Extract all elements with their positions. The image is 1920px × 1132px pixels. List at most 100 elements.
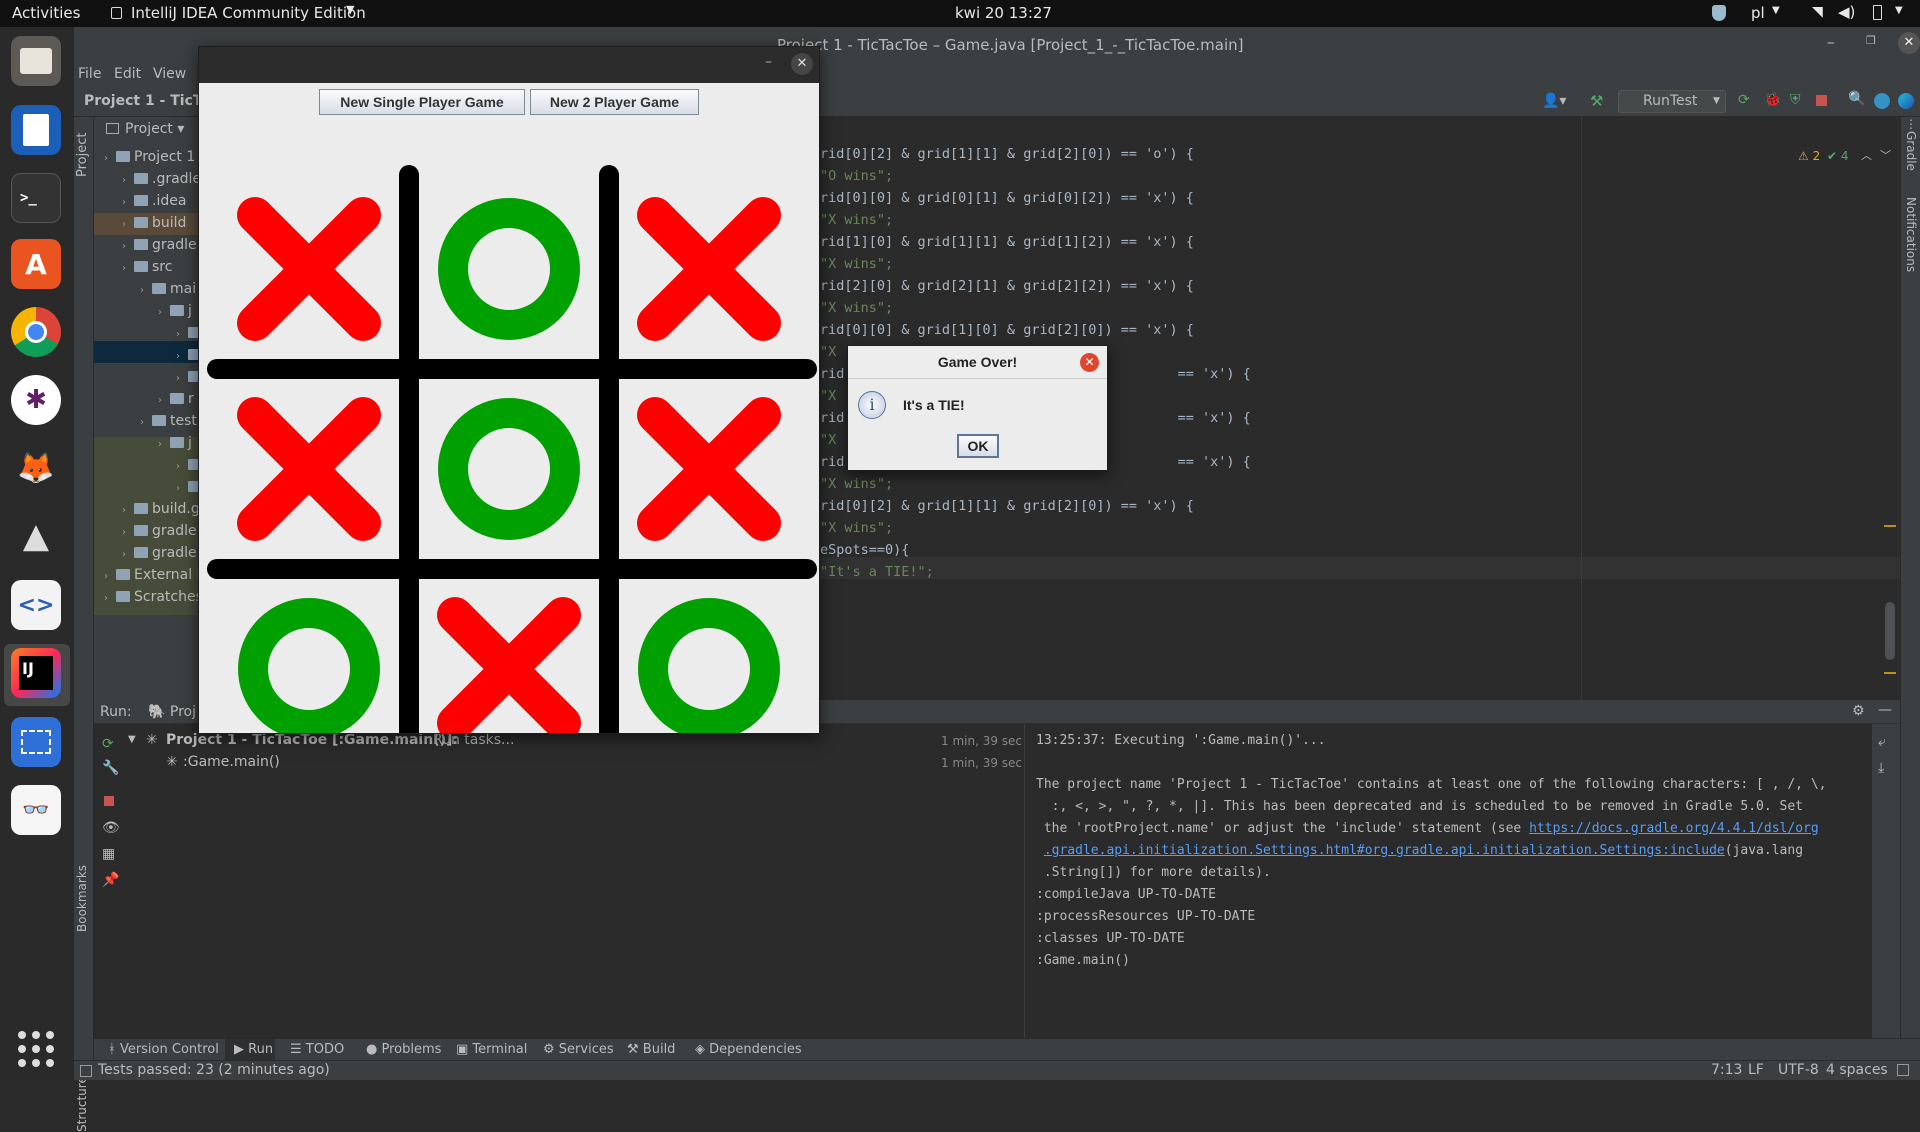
gradle-stripe-button[interactable]: Gradle bbox=[1904, 131, 1918, 171]
chrome-icon[interactable] bbox=[11, 307, 61, 357]
gimp-icon[interactable]: 🦊 bbox=[11, 443, 61, 493]
ok-indicator[interactable]: ✔ 4 bbox=[1827, 149, 1849, 163]
tree-item[interactable]: › j bbox=[158, 435, 192, 451]
chevron-right-icon[interactable]: › bbox=[122, 505, 134, 516]
editor-scrollbar[interactable] bbox=[1885, 602, 1895, 660]
tool-run[interactable]: ▶ Run bbox=[234, 1042, 273, 1057]
code-line[interactable]: rid[0][0] & grid[0][1] & grid[0][2]) == … bbox=[820, 190, 1194, 206]
scroll-to-end-icon[interactable]: ⤓ bbox=[1878, 760, 1884, 776]
tool-build[interactable]: ⚒ Build bbox=[627, 1042, 675, 1057]
chevron-right-icon[interactable]: › bbox=[122, 197, 134, 208]
tool-terminal[interactable]: ▣ Terminal bbox=[456, 1042, 527, 1057]
tree-item[interactable]: › Project 1 bbox=[104, 149, 195, 165]
bookmarks-stripe-button[interactable]: Bookmarks bbox=[75, 865, 89, 932]
chevron-right-icon[interactable]: › bbox=[104, 571, 116, 582]
wrench-icon[interactable]: 🔧 bbox=[102, 760, 119, 776]
warnings-indicator[interactable]: ⚠ 2 bbox=[1798, 149, 1820, 163]
keyboard-layout[interactable]: pl bbox=[1751, 4, 1765, 22]
user-icon[interactable]: 👤▾ bbox=[1542, 93, 1566, 109]
menu-edit[interactable]: Edit bbox=[114, 66, 141, 82]
chevron-right-icon[interactable]: › bbox=[122, 263, 134, 274]
chevron-right-icon[interactable]: › bbox=[176, 373, 188, 384]
chevron-right-icon[interactable]: › bbox=[176, 483, 188, 494]
rerun-icon[interactable]: ⟳ bbox=[102, 736, 114, 752]
menu-view[interactable]: View bbox=[153, 66, 186, 82]
chevron-down-icon[interactable]: ﹀ bbox=[1880, 147, 1891, 163]
chevron-right-icon[interactable]: › bbox=[104, 153, 116, 164]
indent-setting[interactable]: 4 spaces bbox=[1826, 1062, 1888, 1078]
chevron-right-icon[interactable]: › bbox=[176, 461, 188, 472]
task-title[interactable]: Project 1 - TicTacToe [:Game.main()]: bbox=[166, 732, 458, 748]
run-tab[interactable]: 🐘 Proj bbox=[148, 704, 196, 720]
volume-icon[interactable]: ◀) bbox=[1838, 3, 1855, 21]
code-line[interactable]: "X bbox=[820, 344, 836, 360]
files-icon[interactable] bbox=[11, 36, 61, 86]
chevron-right-icon[interactable]: › bbox=[158, 395, 170, 406]
rerun-icon[interactable]: ⟳ bbox=[1738, 92, 1750, 108]
dialog-close-icon[interactable]: ✕ bbox=[1080, 353, 1099, 372]
app-menu[interactable]: IntelliJ IDEA Community Edition bbox=[131, 4, 366, 22]
chevron-right-icon[interactable]: › bbox=[176, 351, 188, 362]
code-line[interactable]: rid[0][0] & grid[1][0] & grid[2][0]) == … bbox=[820, 322, 1194, 338]
new-single-player-button[interactable]: New Single Player Game bbox=[319, 89, 525, 115]
chevron-right-icon[interactable]: › bbox=[122, 175, 134, 186]
minimize-icon[interactable]: – bbox=[1827, 33, 1835, 51]
intellij-idea-icon[interactable]: IJ bbox=[11, 648, 61, 698]
structure-stripe-button[interactable]: Structure bbox=[75, 1076, 89, 1132]
code-line[interactable]: "X wins"; bbox=[820, 300, 893, 316]
chevron-right-icon[interactable]: › bbox=[122, 549, 134, 560]
terminal-icon[interactable]: >_ bbox=[11, 173, 61, 223]
activities-button[interactable]: Activities bbox=[12, 4, 80, 22]
ok-button[interactable]: OK bbox=[957, 434, 999, 458]
code-line[interactable]: eSpots==0){ bbox=[820, 542, 909, 558]
chevron-right-icon[interactable]: › bbox=[140, 417, 152, 428]
tree-item[interactable]: › gradle bbox=[122, 237, 197, 253]
tree-item[interactable]: › r bbox=[158, 391, 194, 407]
stop-icon[interactable] bbox=[1816, 95, 1827, 106]
inkscape-icon[interactable]: ▲ bbox=[11, 511, 61, 561]
status-message[interactable]: Tests passed: 23 (2 minutes ago) bbox=[98, 1062, 330, 1078]
minimize-icon[interactable]: – bbox=[765, 54, 772, 70]
tree-item[interactable]: › gradle bbox=[122, 523, 197, 539]
debug-icon[interactable]: 🐞 bbox=[1764, 92, 1781, 108]
game-close-icon[interactable]: ✕ bbox=[791, 53, 813, 75]
pin-icon[interactable]: 📌 bbox=[102, 872, 119, 888]
console-link[interactable]: .gradle.api.initialization.Settings.html… bbox=[1044, 843, 1725, 858]
code-line[interactable]: "X wins"; bbox=[820, 212, 893, 228]
tree-item[interactable]: › gradle bbox=[122, 545, 197, 561]
tree-item[interactable]: › build.g bbox=[122, 501, 200, 517]
assistant-icon[interactable] bbox=[1898, 93, 1914, 109]
gear-icon[interactable]: ⚙ bbox=[1852, 703, 1865, 719]
status-toggle-icon[interactable] bbox=[80, 1065, 92, 1077]
lock-icon[interactable] bbox=[1897, 1064, 1909, 1076]
error-stripe-mark[interactable] bbox=[1884, 672, 1896, 674]
code-line[interactable]: rid[0][2] & grid[1][1] & grid[2][0]) == … bbox=[820, 146, 1194, 162]
tree-item[interactable]: › .gradle bbox=[122, 171, 201, 187]
software-center-icon[interactable]: A bbox=[11, 239, 61, 289]
code-line[interactable]: "O wins"; bbox=[820, 168, 893, 184]
game-board[interactable] bbox=[199, 119, 819, 733]
build-hammer-icon[interactable]: ⚒ bbox=[1590, 92, 1603, 110]
tree-item[interactable]: › src bbox=[122, 259, 172, 275]
project-stripe-button[interactable]: Project bbox=[75, 133, 90, 177]
code-line[interactable]: rid[1][0] & grid[1][1] & grid[1][2]) == … bbox=[820, 234, 1194, 250]
tree-item[interactable]: › Scratches bbox=[104, 589, 203, 605]
notifications-stripe-button[interactable]: Notifications bbox=[1904, 197, 1918, 272]
chevron-down-icon[interactable]: ▼ bbox=[128, 734, 136, 745]
menu-file[interactable]: File bbox=[78, 66, 101, 82]
chevron-right-icon[interactable]: › bbox=[122, 241, 134, 252]
code-editor-icon[interactable]: <> bbox=[11, 580, 61, 630]
stop-icon[interactable] bbox=[104, 796, 114, 806]
subtask[interactable]: :Game.main() bbox=[183, 754, 280, 770]
chevron-right-icon[interactable]: › bbox=[122, 219, 134, 230]
minimize-panel-icon[interactable]: — bbox=[1878, 702, 1892, 718]
tree-item[interactable]: › mai bbox=[140, 281, 196, 297]
battery-icon[interactable] bbox=[1873, 5, 1882, 20]
code-line[interactable]: rid[0][2] & grid[1][1] & grid[2][0]) == … bbox=[820, 498, 1194, 514]
screenshot-icon[interactable] bbox=[11, 717, 61, 767]
clock[interactable]: kwi 20 13:27 bbox=[955, 4, 1052, 22]
chevron-right-icon[interactable]: › bbox=[158, 307, 170, 318]
code-line[interactable]: "X bbox=[820, 388, 836, 404]
code-line[interactable]: "It's a TIE!"; bbox=[820, 564, 934, 580]
chevron-up-icon[interactable]: ︿ bbox=[1861, 147, 1872, 163]
